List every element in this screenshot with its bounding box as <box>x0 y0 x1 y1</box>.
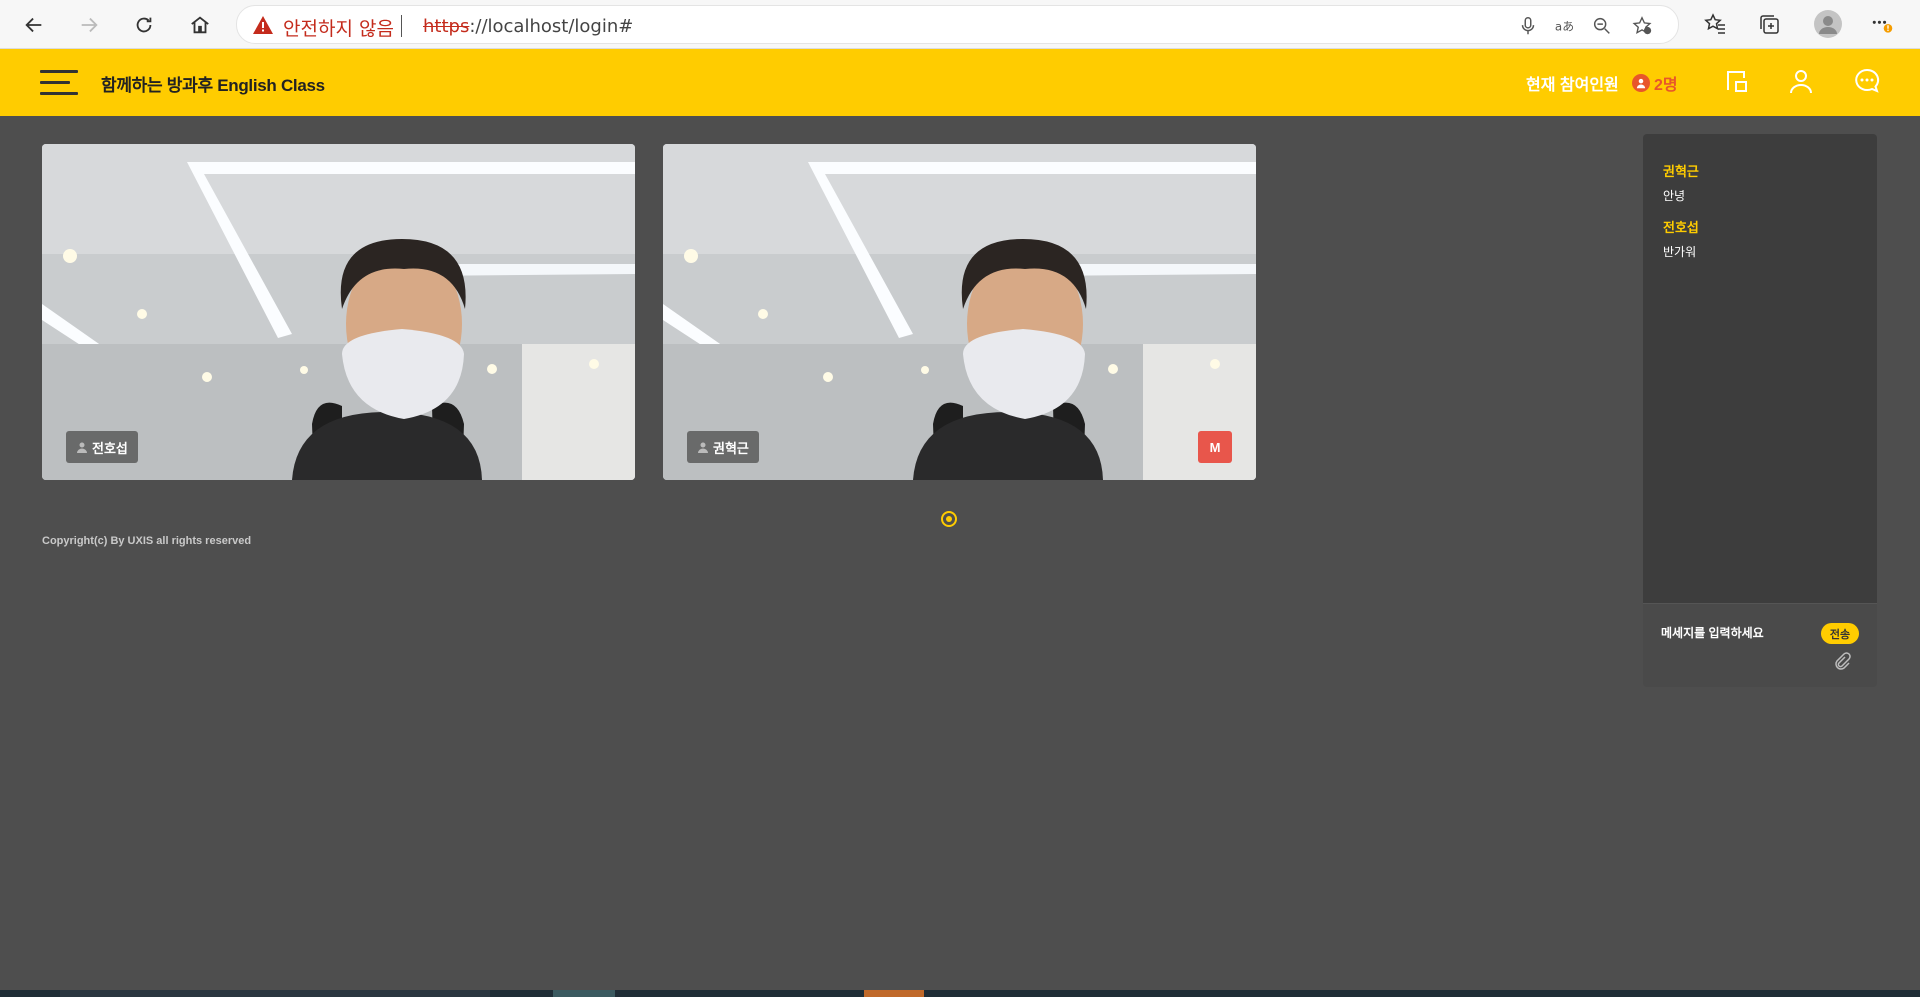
participant-name-tag: 전호섭 <box>66 431 138 463</box>
zoom-out-icon[interactable] <box>1591 15 1613 37</box>
divider <box>401 15 402 37</box>
profile-avatar-icon[interactable] <box>1814 10 1842 38</box>
app-header: 함께하는 방과후 English Class 현재 참여인원 2명 <box>0 49 1920 116</box>
user-icon <box>1632 74 1650 92</box>
user-icon <box>77 442 87 453</box>
refresh-icon <box>136 17 152 33</box>
browser-toolbar: 안전하지 않음 https://localhost/login# aあ <box>0 0 1920 49</box>
user-icon <box>698 442 708 453</box>
message-input[interactable]: 메세지를 입력하세요 <box>1661 624 1821 641</box>
participant-name-tag: 권혁근 <box>687 431 759 463</box>
video-tile[interactable]: 전호섭 <box>42 144 635 480</box>
chat-composer: 메세지를 입력하세요 전송 <box>1643 603 1877 687</box>
security-status[interactable]: 안전하지 않음 <box>283 14 394 41</box>
add-favorite-icon[interactable] <box>1631 15 1653 37</box>
moderator-badge: M <box>1198 431 1232 463</box>
copyright-text: Copyright(c) By UXIS all rights reserved <box>42 535 252 547</box>
chat-message: 전호섭 반가워 <box>1663 217 1699 260</box>
participant-name: 전호섭 <box>92 440 128 456</box>
more-options-icon[interactable] <box>1870 12 1894 36</box>
participants-list-icon[interactable] <box>1786 66 1816 96</box>
favorites-icon[interactable] <box>1703 12 1727 36</box>
video-tile[interactable]: 권혁근 M <box>663 144 1256 480</box>
taskbar-item[interactable] <box>553 990 615 997</box>
taskbar-item[interactable] <box>864 990 924 997</box>
paperclip-icon[interactable] <box>1832 651 1852 671</box>
collections-icon[interactable] <box>1757 12 1781 36</box>
menu-line <box>40 81 70 84</box>
home-icon <box>191 16 209 34</box>
url-path: ://localhost/login# <box>469 16 634 37</box>
refresh-button[interactable] <box>127 8 161 42</box>
home-button[interactable] <box>183 8 217 42</box>
participants-label: 현재 참여인원 <box>1526 77 1619 94</box>
chat-sender: 권혁근 <box>1663 164 1699 179</box>
send-button[interactable]: 전송 <box>1821 623 1859 644</box>
menu-button[interactable] <box>40 70 78 96</box>
page-indicator[interactable] <box>941 511 957 527</box>
menu-line <box>40 92 78 95</box>
camera-feed-image <box>42 144 635 480</box>
forward-arrow-icon <box>81 17 98 33</box>
url-text[interactable]: https://localhost/login# <box>423 16 633 37</box>
screen-share-icon[interactable] <box>1722 66 1752 96</box>
chat-sender: 전호섭 <box>1663 220 1699 235</box>
menu-line <box>40 70 78 73</box>
translate-icon[interactable]: aあ <box>1554 15 1576 37</box>
microphone-icon[interactable] <box>1517 15 1539 37</box>
back-arrow-icon <box>25 17 42 33</box>
url-scheme: https <box>423 16 470 37</box>
page-title: 함께하는 방과후 English Class <box>101 76 325 95</box>
address-bar[interactable]: 안전하지 않음 https://localhost/login# aあ <box>236 5 1679 44</box>
participant-name: 권혁근 <box>713 440 749 456</box>
participants-number: 2명 <box>1654 77 1678 94</box>
chat-text: 반가워 <box>1663 245 1697 259</box>
taskbar-item[interactable] <box>60 990 490 997</box>
chat-message: 권혁근 안녕 <box>1663 161 1699 204</box>
chat-icon[interactable] <box>1852 66 1882 96</box>
forward-button[interactable] <box>72 8 106 42</box>
chat-text: 안녕 <box>1663 189 1686 203</box>
camera-feed-image <box>663 144 1256 480</box>
svg-text:aあ: aあ <box>1555 20 1574 34</box>
back-button[interactable] <box>17 8 51 42</box>
warning-icon <box>253 16 273 34</box>
chat-panel: 권혁근 안녕 전호섭 반가워 <box>1643 134 1877 603</box>
participants-count[interactable]: 2명 <box>1632 71 1678 95</box>
